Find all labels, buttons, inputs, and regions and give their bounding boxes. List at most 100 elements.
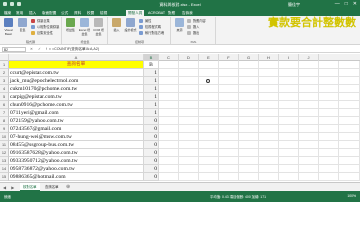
empty-cell[interactable] [199, 85, 219, 93]
email-cell[interactable]: jack_mu@epochelectrnol.com [9, 77, 144, 85]
empty-cell[interactable] [199, 133, 219, 141]
email-cell[interactable]: 09333950712@yahoo.com.tw [9, 157, 144, 165]
empty-cell[interactable] [339, 149, 360, 157]
empty-cell[interactable] [279, 173, 299, 181]
column-header-a[interactable]: A [9, 54, 144, 61]
empty-cell[interactable] [339, 69, 360, 77]
empty-cell[interactable] [179, 61, 199, 69]
empty-cell[interactable] [179, 125, 199, 133]
empty-cell[interactable] [199, 101, 219, 109]
empty-cells[interactable] [159, 133, 360, 141]
map-properties-button[interactable]: 對應內容 [187, 18, 206, 23]
empty-cell[interactable] [179, 141, 199, 149]
email-cell[interactable]: cukm10170@pchome.com.tw [9, 85, 144, 93]
empty-cell[interactable] [259, 61, 279, 69]
empty-cell[interactable] [339, 85, 360, 93]
empty-cell[interactable] [159, 101, 179, 109]
empty-cells[interactable] [159, 157, 360, 165]
empty-cell[interactable] [319, 173, 339, 181]
macro-security-button[interactable]: 巨集安全性 [31, 30, 53, 35]
empty-cell[interactable] [199, 93, 219, 101]
count-cell[interactable]: 1 [144, 109, 159, 117]
empty-cell[interactable] [199, 165, 219, 173]
empty-cell[interactable] [339, 77, 360, 85]
row-number[interactable]: 6 [0, 101, 9, 109]
empty-cell[interactable] [299, 117, 319, 125]
relative-reference-button[interactable]: 以相對位置錄製 [31, 24, 59, 29]
empty-cell[interactable] [239, 69, 259, 77]
row-number[interactable]: 11 [0, 141, 9, 149]
empty-cell[interactable] [159, 109, 179, 117]
empty-cell[interactable] [319, 77, 339, 85]
empty-cell[interactable] [339, 141, 360, 149]
empty-cell[interactable] [159, 133, 179, 141]
column-header-b[interactable]: B [144, 54, 159, 61]
fx-icon[interactable]: ✕ ✓ fx [30, 47, 53, 51]
empty-cell[interactable] [339, 157, 360, 165]
email-cell[interactable]: chun0916@pchome.com.tw [9, 101, 144, 109]
empty-cell[interactable] [199, 125, 219, 133]
column-header-e[interactable]: E [199, 54, 219, 61]
empty-cell[interactable] [199, 173, 219, 181]
empty-cells[interactable] [159, 77, 360, 85]
close-button[interactable]: ✕ [353, 1, 357, 7]
empty-cells[interactable] [159, 125, 360, 133]
count-cell[interactable]: 1 [144, 85, 159, 93]
count-cell[interactable]: 0 [144, 133, 159, 141]
header-cell-b[interactable]: B [144, 61, 159, 69]
count-cell[interactable]: 1 [144, 93, 159, 101]
design-mode-button[interactable]: 設計模式 [124, 18, 137, 32]
column-header-f[interactable]: F [219, 54, 239, 61]
row-number[interactable]: 1 [0, 61, 9, 69]
user-name[interactable]: 簡佳宇 [288, 2, 300, 8]
empty-cell[interactable] [159, 141, 179, 149]
count-cell[interactable]: 0 [144, 141, 159, 149]
email-cell[interactable]: 07243567@gmail.com [9, 125, 144, 133]
empty-cell[interactable] [299, 61, 319, 69]
column-header-c[interactable]: C [159, 54, 179, 61]
empty-cell[interactable] [319, 93, 339, 101]
empty-cell[interactable] [219, 117, 239, 125]
empty-cell[interactable] [239, 173, 259, 181]
empty-cells[interactable] [159, 69, 360, 77]
empty-cell[interactable] [259, 117, 279, 125]
email-cell[interactable]: ccurt@epistar.com.tw [9, 69, 144, 77]
empty-cell[interactable] [279, 101, 299, 109]
column-header-i[interactable]: I [279, 54, 299, 61]
empty-cell[interactable] [159, 165, 179, 173]
empty-cell[interactable] [279, 141, 299, 149]
empty-cell[interactable] [319, 165, 339, 173]
empty-cell[interactable] [219, 101, 239, 109]
empty-cell[interactable] [179, 77, 199, 85]
empty-cell[interactable] [279, 117, 299, 125]
empty-cells[interactable] [159, 85, 360, 93]
row-number[interactable]: 7 [0, 109, 9, 117]
empty-cell[interactable] [159, 69, 179, 77]
empty-cell[interactable] [279, 85, 299, 93]
count-cell[interactable]: 1 [144, 69, 159, 77]
email-cell[interactable]: 09886365@hotmail.com [9, 173, 144, 181]
empty-cell[interactable] [239, 61, 259, 69]
empty-cell[interactable] [219, 109, 239, 117]
row-number[interactable]: 5 [0, 93, 9, 101]
empty-cell[interactable] [199, 141, 219, 149]
count-cell[interactable]: 0 [144, 125, 159, 133]
empty-cell[interactable] [179, 101, 199, 109]
properties-button[interactable]: 屬性 [139, 18, 151, 23]
empty-cell[interactable] [219, 157, 239, 165]
empty-cell[interactable] [219, 69, 239, 77]
select-all-corner[interactable] [0, 54, 9, 61]
empty-cell[interactable] [199, 61, 219, 69]
empty-cell[interactable] [219, 93, 239, 101]
empty-cell[interactable] [179, 173, 199, 181]
empty-cell[interactable] [279, 77, 299, 85]
empty-cell[interactable] [339, 61, 360, 69]
empty-cell[interactable] [319, 69, 339, 77]
empty-cell[interactable] [239, 101, 259, 109]
empty-cell[interactable] [159, 125, 179, 133]
worksheet-grid[interactable]: A B C D E F G H I J 1 查詢名單 B 2 ccurt@epistar… [0, 54, 360, 182]
empty-cell[interactable] [179, 69, 199, 77]
empty-cell[interactable] [319, 141, 339, 149]
import-button[interactable]: 匯入 [187, 24, 199, 29]
empty-cell[interactable] [199, 149, 219, 157]
